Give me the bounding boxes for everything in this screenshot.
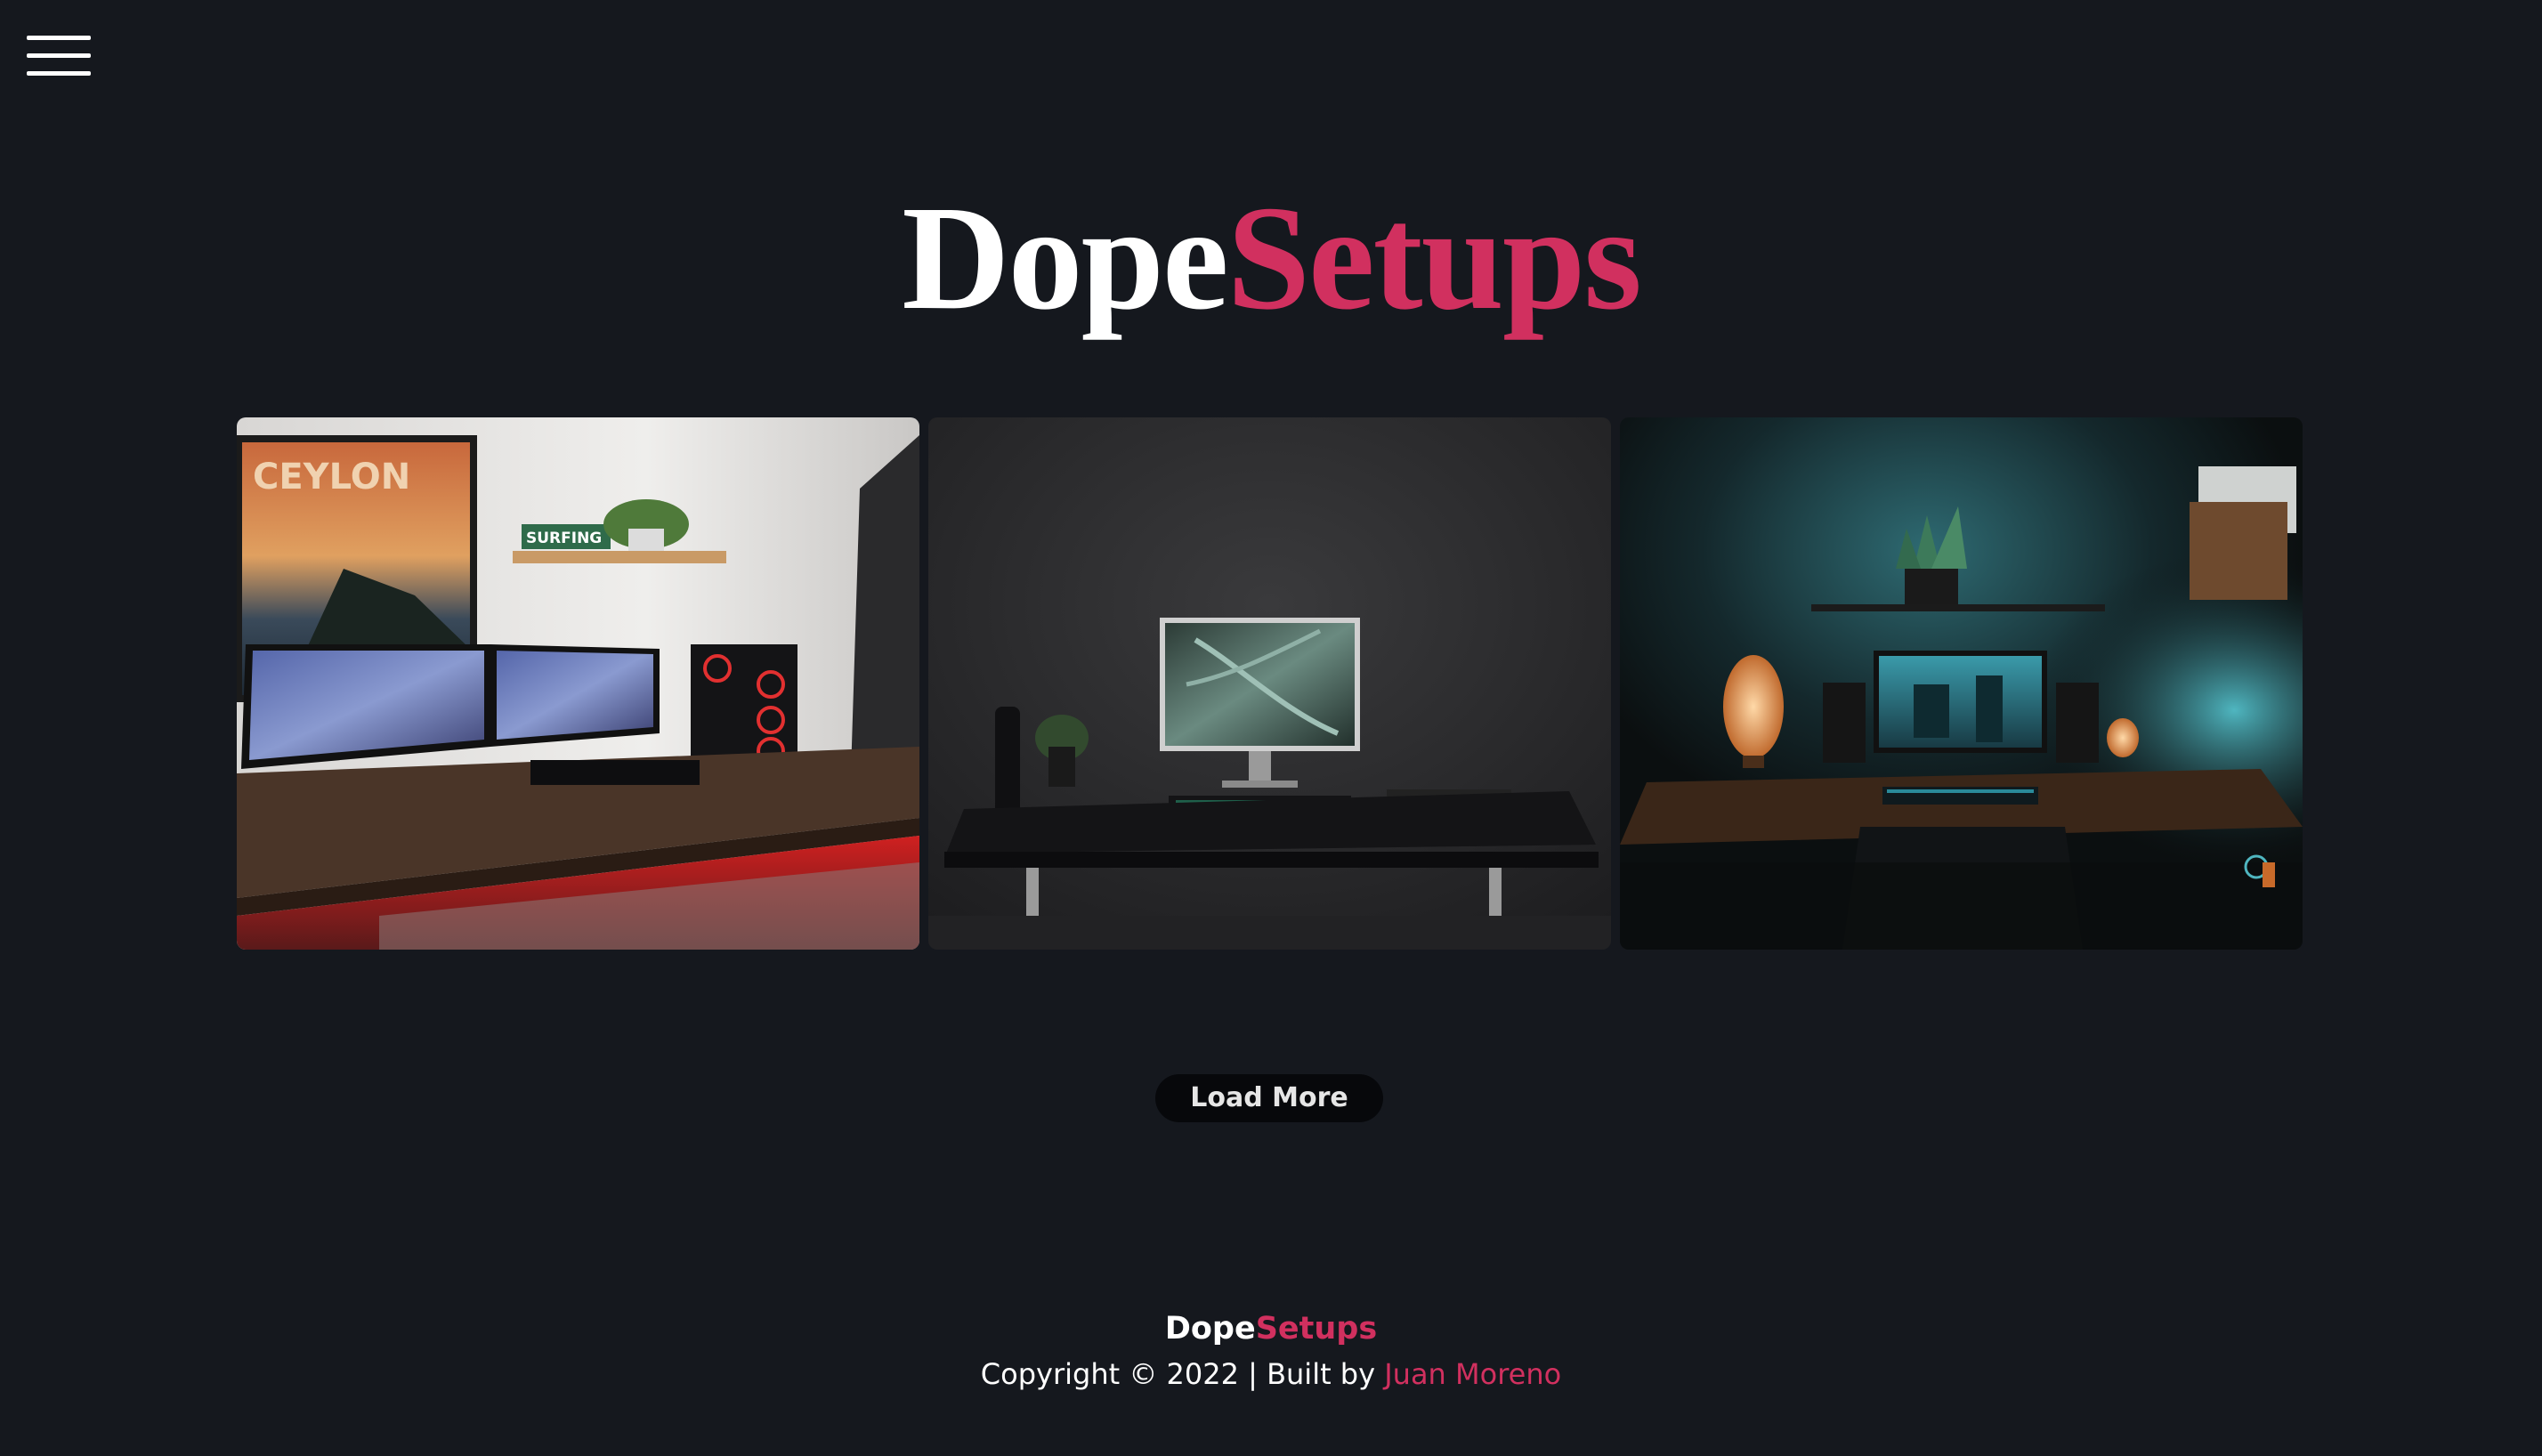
menu-line — [27, 36, 91, 40]
copyright-text: Copyright © 2022 | Built by — [980, 1357, 1385, 1391]
footer-brand-setups: Setups — [1255, 1311, 1378, 1347]
footer-brand: DopeSetups — [0, 1308, 2542, 1349]
desk-setup-photo-3 — [1620, 417, 2303, 950]
menu-line — [27, 53, 91, 58]
logo-part-setups: Setups — [1226, 175, 1642, 341]
gallery-image-1[interactable]: CEYLON SURFING — [237, 417, 919, 950]
load-more-button[interactable]: Load More — [1155, 1074, 1383, 1122]
svg-text:SURFING: SURFING — [526, 530, 602, 547]
setup-gallery: CEYLON SURFING — [237, 417, 2303, 950]
gallery-image-2[interactable] — [928, 417, 1611, 950]
hamburger-menu-icon[interactable] — [27, 36, 91, 77]
desk-setup-photo-1: CEYLON SURFING — [237, 417, 919, 950]
footer-copyright: Copyright © 2022 | Built by Juan Moreno — [0, 1355, 2542, 1394]
logo-part-dope: Dope — [902, 175, 1228, 341]
page: DopeSetups CEYLON SURFING Load More Dope… — [0, 0, 2542, 1456]
menu-line — [27, 71, 91, 76]
gallery-image-3[interactable] — [1620, 417, 2303, 950]
site-logo[interactable]: DopeSetups — [0, 169, 2542, 347]
svg-text:CEYLON: CEYLON — [253, 457, 410, 497]
author-link[interactable]: Juan Moreno — [1384, 1357, 1561, 1391]
desk-setup-photo-2 — [928, 417, 1611, 950]
footer-brand-dope: Dope — [1164, 1311, 1256, 1347]
